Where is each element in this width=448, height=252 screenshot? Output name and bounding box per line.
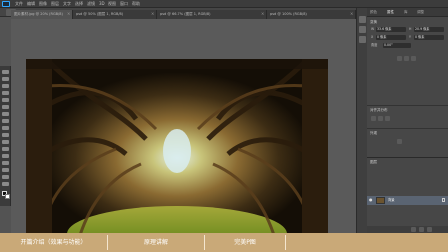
layers-panel: 图层 ● 背景 <box>367 157 448 233</box>
menu-type[interactable]: 文字 <box>63 1 71 7</box>
stamp-tool-icon[interactable] <box>2 126 9 130</box>
align-center-icon[interactable] <box>378 116 383 121</box>
align-section-title: 对齐并分布 <box>370 108 388 112</box>
canvas-area <box>11 19 356 249</box>
tree-tunnel-photo <box>26 59 328 249</box>
menu-bar: 文件 编辑 图像 图层 文字 选择 滤镜 3D 视图 窗口 帮助 <box>0 0 448 8</box>
history-panel-icon[interactable] <box>359 16 366 23</box>
new-layer-icon[interactable] <box>411 227 416 232</box>
marquee-tool-icon[interactable] <box>2 77 9 81</box>
width-field[interactable]: 33.6 像素 <box>376 27 406 32</box>
width-row: W 33.6 像素 H 20.9 像素 <box>371 27 445 32</box>
eyedropper-tool-icon[interactable] <box>2 105 9 109</box>
angle-field[interactable]: 0.00° <box>383 43 411 48</box>
tab-properties[interactable]: 属性 <box>387 10 394 15</box>
close-icon[interactable]: × <box>67 12 70 16</box>
move-tool-icon[interactable] <box>2 70 9 74</box>
type-tool-icon[interactable] <box>2 175 9 179</box>
appearance-section-title: 外观 <box>370 131 377 135</box>
layers-panel-title: 图层 <box>370 160 377 164</box>
y-field[interactable]: 0 像素 <box>414 35 444 40</box>
folder-icon[interactable] <box>419 227 424 232</box>
angle-label: 角度 <box>371 43 378 47</box>
blur-tool-icon[interactable] <box>2 154 9 158</box>
eraser-tool-icon[interactable] <box>2 140 9 144</box>
x-label: X <box>371 35 374 39</box>
layer-thumbnail <box>376 197 385 204</box>
lock-icon[interactable] <box>442 198 445 202</box>
pen-tool-icon[interactable] <box>2 168 9 172</box>
flip-vertical-icon[interactable] <box>404 56 409 61</box>
intro-chapter-button[interactable]: 开篇介绍（效果与功能） <box>0 237 107 248</box>
dodge-tool-icon[interactable] <box>2 161 9 165</box>
position-row: X 0 像素 Y 0 像素 <box>371 35 445 40</box>
photoshop-logo-icon[interactable] <box>2 1 10 7</box>
menu-file[interactable]: 文件 <box>15 1 23 7</box>
section-divider <box>367 105 448 106</box>
swatches-panel-icon[interactable] <box>359 36 366 43</box>
tab-document-2[interactable]: psd @ 50% (图层 1, RGB/8) × <box>73 10 157 19</box>
tab-label: psd @ 100% (RGB/8) <box>270 12 307 16</box>
close-icon[interactable]: × <box>350 12 353 16</box>
menu-edit[interactable]: 编辑 <box>27 1 35 7</box>
document-tabs: 图片素材.jpg @ 20% (RGB/8) × psd @ 50% (图层 1… <box>11 10 356 19</box>
tab-label: psd @ 50% (图层 1, RGB/8) <box>76 12 124 16</box>
history-brush-tool-icon[interactable] <box>2 133 9 137</box>
align-right-icon[interactable] <box>385 116 390 121</box>
menu-select[interactable]: 选择 <box>75 1 83 7</box>
course-nav-bar: 开篇介绍（效果与功能） 原理讲解 完美P图 <box>0 233 448 252</box>
tab-document-3[interactable]: psd @ 66.7% (图层 1, RGB/8) × <box>157 10 267 19</box>
brush-tool-icon[interactable] <box>2 119 9 123</box>
lasso-tool-icon[interactable] <box>2 84 9 88</box>
hand-tool-icon[interactable] <box>2 182 9 186</box>
section-divider <box>367 128 448 129</box>
menu-3d[interactable]: 3D <box>99 1 105 7</box>
panel-tabs: 颜色 属性 库 调整 <box>367 8 448 17</box>
align-left-icon[interactable] <box>371 116 376 121</box>
tab-adjustments[interactable]: 调整 <box>417 10 424 15</box>
close-icon[interactable]: × <box>261 12 264 16</box>
height-field[interactable]: 20.9 像素 <box>414 27 444 32</box>
rotate-icon[interactable] <box>411 56 416 61</box>
transform-section-title: 变换 <box>370 20 377 24</box>
panel-dock <box>356 8 367 233</box>
layer-row-background[interactable]: ● 背景 <box>367 196 448 205</box>
menu-filter[interactable]: 滤镜 <box>87 1 95 7</box>
principle-chapter-button[interactable]: 原理讲解 <box>108 237 204 248</box>
appearance-option-icon[interactable] <box>397 139 402 144</box>
nav-separator <box>285 235 286 250</box>
quick-select-tool-icon[interactable] <box>2 91 9 95</box>
healing-brush-tool-icon[interactable] <box>2 112 9 116</box>
close-icon[interactable]: × <box>151 12 154 16</box>
tab-label: 图片素材.jpg @ 20% (RGB/8) <box>14 12 63 16</box>
trash-icon[interactable] <box>427 227 432 232</box>
layers-footer-toolbar <box>367 226 448 233</box>
flip-horizontal-icon[interactable] <box>397 56 402 61</box>
menu-image[interactable]: 图像 <box>39 1 47 7</box>
width-label: W <box>371 27 375 31</box>
tab-libraries[interactable]: 库 <box>404 10 408 15</box>
tools-panel <box>0 66 11 206</box>
visibility-eye-icon[interactable]: ● <box>369 198 373 202</box>
actions-panel-icon[interactable] <box>359 26 366 33</box>
tab-document-1[interactable]: 图片素材.jpg @ 20% (RGB/8) × <box>11 10 73 19</box>
perfect-edit-chapter-button[interactable]: 完美P图 <box>205 237 285 248</box>
menu-view[interactable]: 视图 <box>108 1 116 7</box>
document-image[interactable] <box>26 59 328 249</box>
crop-tool-icon[interactable] <box>2 98 9 102</box>
x-field[interactable]: 0 像素 <box>376 35 406 40</box>
y-label: Y <box>409 35 411 39</box>
tab-color[interactable]: 颜色 <box>370 10 377 15</box>
menu-layer[interactable]: 图层 <box>51 1 59 7</box>
height-label: H <box>409 27 412 31</box>
gradient-tool-icon[interactable] <box>2 147 9 151</box>
menu-help[interactable]: 帮助 <box>132 1 140 7</box>
layer-name: 背景 <box>388 198 395 202</box>
tab-label: psd @ 66.7% (图层 1, RGB/8) <box>160 12 211 16</box>
tab-document-4[interactable]: psd @ 100% (RGB/8) × <box>267 10 356 19</box>
angle-row: 角度 0.00° <box>371 43 445 48</box>
menu-window[interactable]: 窗口 <box>120 1 128 7</box>
background-color-swatch[interactable] <box>5 194 10 199</box>
